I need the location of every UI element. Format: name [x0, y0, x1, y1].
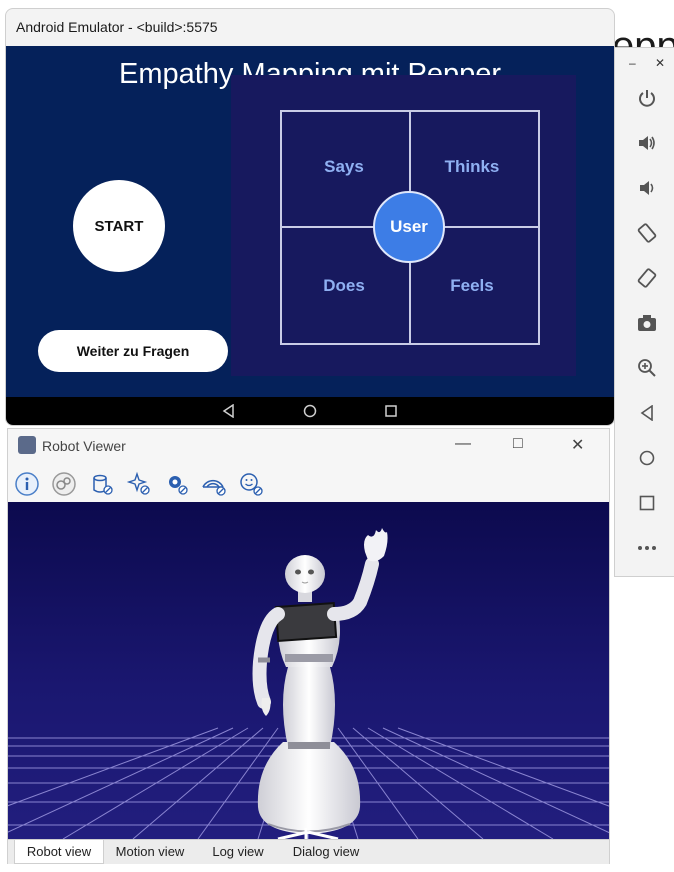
rotate-right-icon[interactable]: [635, 266, 659, 290]
robot-viewer-logo-icon: [18, 436, 36, 454]
overview-icon[interactable]: [635, 491, 659, 515]
quadrant-feels[interactable]: Feels: [408, 276, 536, 296]
close-window-icon[interactable]: ✕: [571, 435, 584, 455]
tab-robot-view[interactable]: Robot view: [14, 840, 104, 864]
volume-down-icon[interactable]: [635, 176, 659, 200]
emulator-window: Android Emulator - <build>:5575 Empathy …: [5, 8, 615, 426]
volume-up-icon[interactable]: [635, 131, 659, 155]
maximize-window-icon[interactable]: □: [513, 435, 523, 453]
robot-viewer-title: Robot Viewer: [42, 438, 126, 454]
continue-to-questions-button[interactable]: Weiter zu Fragen: [38, 330, 228, 372]
camera-icon[interactable]: [635, 311, 659, 335]
close-icon[interactable]: ✕: [655, 56, 665, 70]
emulator-window-title: Android Emulator - <build>:5575: [16, 19, 218, 35]
android-nav-bar: [6, 397, 614, 425]
home-icon[interactable]: [303, 404, 317, 418]
home-icon[interactable]: [635, 446, 659, 470]
recents-icon[interactable]: [384, 404, 398, 418]
sonar-icon[interactable]: [200, 471, 228, 497]
robot-scene: [8, 502, 609, 839]
minimize-icon[interactable]: –: [629, 56, 636, 70]
more-icon[interactable]: [635, 536, 659, 560]
tab-log-view[interactable]: Log view: [200, 840, 276, 863]
quadrant-does[interactable]: Does: [280, 276, 408, 296]
robot-viewer-tab-bar: Robot view Motion view Log view Dialog v…: [8, 839, 609, 864]
back-icon[interactable]: [222, 404, 236, 418]
emulator-screen[interactable]: Empathy Mapping mit Pepper Says Thinks D…: [6, 46, 614, 397]
minimize-window-icon[interactable]: —: [455, 435, 471, 453]
gear-icon[interactable]: [163, 471, 191, 497]
user-button[interactable]: User: [373, 191, 445, 263]
tab-dialog-view[interactable]: Dialog view: [280, 840, 372, 863]
sparkle-icon[interactable]: [125, 471, 153, 497]
back-icon[interactable]: [635, 401, 659, 425]
info-icon[interactable]: [13, 471, 41, 497]
zoom-icon[interactable]: [635, 356, 659, 380]
power-icon[interactable]: [635, 86, 659, 110]
cylinder-icon[interactable]: [88, 471, 116, 497]
tab-motion-view[interactable]: Motion view: [104, 840, 196, 863]
joints-icon[interactable]: [50, 471, 78, 497]
robot-viewer-window: Robot Viewer — □ ✕ Robot view Motion vie…: [7, 428, 610, 864]
start-button[interactable]: START: [73, 180, 165, 272]
emulator-side-toolbar: – ✕: [614, 47, 674, 577]
face-icon[interactable]: [237, 471, 265, 497]
robot-3d-viewport[interactable]: [8, 502, 609, 839]
rotate-left-icon[interactable]: [635, 221, 659, 245]
quadrant-thinks[interactable]: Thinks: [408, 157, 536, 177]
quadrant-says[interactable]: Says: [280, 157, 408, 177]
